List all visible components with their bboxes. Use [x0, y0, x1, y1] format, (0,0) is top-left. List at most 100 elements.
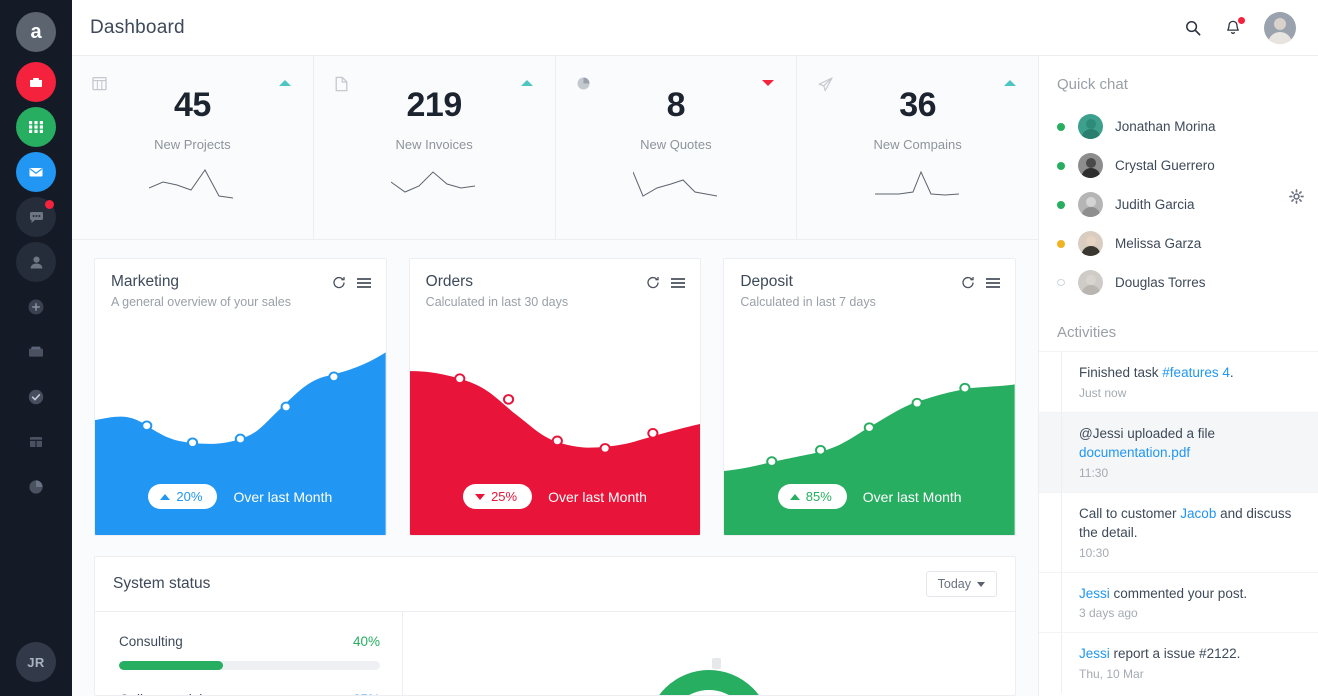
chart-header: Deposit Calculated in last 7 days: [724, 259, 1015, 309]
trend-up-icon: [789, 493, 800, 500]
activity-link[interactable]: Jessi: [1079, 646, 1110, 661]
stat-label: New Quotes: [640, 137, 712, 152]
delta-pill[interactable]: 20%: [148, 484, 218, 509]
stat-card-new-invoices[interactable]: 219 New Invoices: [314, 56, 556, 239]
grid-icon: [27, 118, 45, 136]
refresh-icon[interactable]: [646, 275, 660, 290]
left-sidebar: a JR: [0, 0, 72, 696]
progress-list: Consulting 40% Online tutorials: [95, 612, 403, 695]
avatar-body: [1268, 31, 1292, 44]
trend-up-icon: [160, 493, 171, 500]
trend-up-icon: [278, 80, 291, 86]
activity-link[interactable]: Jacob: [1180, 506, 1216, 521]
chat-contact-jonathan-morina[interactable]: Jonathan Morina: [1039, 107, 1318, 146]
activity-suffix: report a issue #2122.: [1109, 646, 1241, 662]
sidebar-item-tables[interactable]: [16, 422, 56, 462]
trend-down-icon: [762, 80, 775, 86]
pie-chart-icon: [26, 477, 46, 497]
chart-header: Marketing A general overview of your sal…: [95, 259, 386, 309]
progress-fill: [119, 661, 224, 670]
activity-suffix: commented your post.: [1109, 585, 1248, 601]
stats-row: 45 New Projects 219 New Invoices 8 New Q…: [72, 56, 1038, 240]
progress-row-consulting: Consulting 40%: [119, 634, 380, 670]
progress-label: Online tutorials: [119, 692, 209, 695]
chart-card-orders[interactable]: Orders Calculated in last 30 days 25% Ov…: [408, 258, 702, 536]
sidebar-item-apps[interactable]: [16, 107, 56, 147]
chat-contact-judith-garcia[interactable]: Judith Garcia: [1039, 185, 1318, 224]
activity-item[interactable]: @Jessi uploaded a file documentation.pdf…: [1039, 411, 1318, 492]
gear-icon[interactable]: [1289, 189, 1304, 209]
search-icon[interactable]: [1184, 19, 1202, 37]
stat-label: New Compains: [873, 137, 962, 152]
sidebar-item-add[interactable]: [16, 287, 56, 327]
activity-suffix: .: [1229, 365, 1234, 380]
activity-time: Thu, 10 Mar: [1079, 666, 1144, 681]
chat-contact-name: Melissa Garza: [1115, 236, 1202, 251]
delta-pill[interactable]: 85%: [777, 484, 847, 509]
sparkline-new-projects: [149, 166, 235, 205]
center-column: Dashboard 45 New Projects 219 New Invoic…: [72, 0, 1318, 696]
refresh-icon[interactable]: [332, 275, 346, 290]
delta-value: 85%: [805, 489, 832, 504]
table-icon: [92, 76, 107, 96]
status-dot: [1057, 122, 1065, 131]
sidebar-item-charts[interactable]: [16, 467, 56, 507]
menu-icon[interactable]: [670, 276, 686, 290]
avatar[interactable]: [1264, 11, 1296, 44]
chat-contact-crystal-guerrero[interactable]: Crystal Guerrero: [1039, 146, 1318, 185]
bell-icon[interactable]: [1224, 16, 1245, 37]
progress-track: [119, 661, 380, 670]
menu-icon[interactable]: [356, 276, 372, 290]
send-icon: [817, 76, 834, 98]
folder-icon: [26, 342, 46, 362]
activity-item[interactable]: Call to customer Jacob and discuss the d…: [1039, 491, 1318, 572]
sidebar-item-files[interactable]: [16, 332, 56, 372]
refresh-icon[interactable]: [961, 275, 975, 290]
status-dot: [1057, 161, 1065, 170]
activity-item[interactable]: Jessi commented your post. 3 days ago: [1039, 571, 1318, 633]
activity-link[interactable]: documentation.pdf: [1079, 445, 1190, 460]
chart-tools: [646, 275, 686, 290]
progress-percent: 40%: [352, 634, 380, 649]
chat-contact-melissa-garza[interactable]: Melissa Garza: [1039, 224, 1318, 263]
donut-chart: [639, 662, 779, 695]
stat-card-new-compains[interactable]: 36 New Compains: [797, 56, 1038, 239]
activity-item[interactable]: Finished task #features 4. Just now: [1039, 351, 1318, 412]
chat-contact-douglas-torres[interactable]: Douglas Torres: [1039, 263, 1318, 302]
avatar: [1078, 231, 1103, 256]
chart-card-marketing[interactable]: Marketing A general overview of your sal…: [94, 258, 387, 536]
activity-link[interactable]: #features 4: [1162, 365, 1230, 380]
progress-row-online-tutorials: Online tutorials 25%: [119, 692, 380, 695]
notification-badge: [1238, 16, 1245, 24]
activity-item[interactable]: Jessi report a issue #2122. Thu, 10 Mar: [1039, 632, 1318, 693]
sidebar-item-profile[interactable]: [16, 242, 56, 282]
trend-down-icon: [475, 493, 486, 500]
stat-value: 8: [666, 86, 686, 124]
menu-icon[interactable]: [985, 276, 1001, 290]
chat-contact-name: Crystal Guerrero: [1115, 158, 1215, 173]
user-icon: [27, 253, 46, 272]
app-logo[interactable]: a: [16, 12, 56, 52]
sidebar-item-messages[interactable]: [16, 197, 56, 237]
status-dot: [1057, 279, 1065, 286]
stat-card-new-projects[interactable]: 45 New Projects: [72, 56, 314, 239]
sidebar-item-briefcase[interactable]: [16, 62, 56, 102]
today-filter-button[interactable]: Today: [925, 571, 997, 597]
stat-card-new-quotes[interactable]: 8 New Quotes: [556, 56, 798, 239]
activity-link[interactable]: Jessi: [1079, 586, 1110, 601]
table-icon: [26, 432, 46, 452]
stat-label: New Invoices: [395, 137, 473, 152]
sidebar-item-mail[interactable]: [16, 152, 56, 192]
progress-label: Consulting: [119, 634, 183, 649]
progress-header: Online tutorials 25%: [119, 692, 380, 695]
delta-pill[interactable]: 25%: [463, 484, 533, 509]
sidebar-user-avatar[interactable]: JR: [16, 642, 56, 682]
sparkline-new-compains: [874, 166, 961, 205]
chart-card-deposit[interactable]: Deposit Calculated in last 7 days 85% Ov…: [723, 258, 1017, 536]
sidebar-item-tasks[interactable]: [16, 377, 56, 417]
briefcase-icon: [26, 72, 46, 92]
system-status-body: Consulting 40% Online tutorials: [95, 612, 1015, 695]
today-filter-label: Today: [937, 577, 971, 591]
check-circle-icon: [26, 387, 46, 407]
activities-list: Finished task #features 4. Just now @Jes…: [1039, 351, 1318, 693]
